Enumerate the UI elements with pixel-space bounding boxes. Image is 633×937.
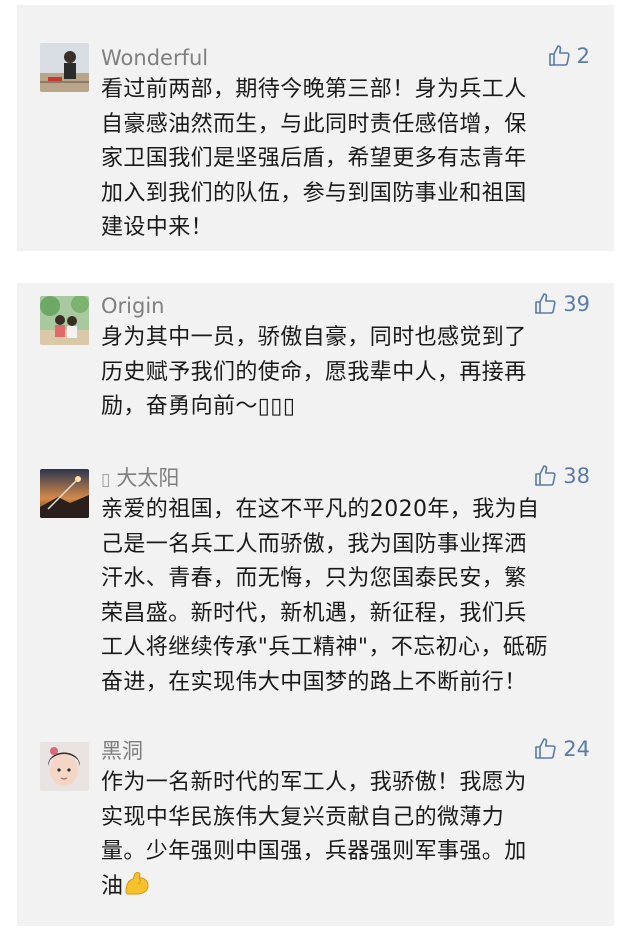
comment-line: 亲爱的祖国，在这不平凡的2020年，我为自: [101, 497, 540, 522]
like-button[interactable]: 38: [533, 462, 590, 490]
comment-author[interactable]: Origin: [101, 293, 164, 319]
comment-author-name: 大太阳: [116, 466, 180, 490]
comment-author[interactable]: Wonderful: [101, 45, 208, 71]
avatar[interactable]: [40, 43, 89, 92]
flexed-biceps-icon: [123, 870, 151, 908]
comment-line: 励，奋勇向前～▯▯▯: [101, 394, 296, 419]
comment-text: 作为一名新时代的军工人，我骄傲！我愿为 实现中华民族伟大复兴贡献自己的微薄力 量…: [101, 766, 591, 907]
avatar[interactable]: [40, 742, 89, 791]
comment-line-text: 油: [101, 873, 124, 899]
like-button[interactable]: 24: [533, 735, 590, 763]
comment-line: 建设中来！: [101, 215, 214, 240]
thumbs-up-icon: [535, 738, 556, 759]
name-prefix-glyph: ▯: [101, 470, 111, 490]
comment-line: 自豪感油然而生，与此同时责任感倍增，保: [101, 111, 527, 137]
avatar[interactable]: [40, 469, 89, 518]
comment-line: 工人将继续传承"兵工精神"，不忘初心，砥砺: [101, 635, 548, 660]
avatar[interactable]: [40, 296, 89, 345]
comment-line: 己是一名兵工人而骄傲，我为国防事业挥洒: [101, 531, 527, 557]
like-button[interactable]: 2: [547, 42, 590, 70]
comment-card: Origin 39 身为其中一员，骄傲自豪，同时也感觉到了 历史赋予我们的使命，…: [17, 283, 614, 926]
like-count: 24: [563, 737, 590, 761]
comment-line: 家卫国我们是坚强后盾，希望更多有志青年: [101, 146, 527, 171]
like-button[interactable]: 39: [533, 290, 590, 318]
comment-line: 作为一名新时代的军工人，我骄傲！我愿为: [101, 770, 527, 795]
comment-line: 身为其中一员，骄傲自豪，同时也感觉到了: [101, 325, 527, 350]
thumbs-up-icon: [535, 293, 556, 314]
comment-text: 亲爱的祖国，在这不平凡的2020年，我为自 己是一名兵工人而骄傲，我为国防事业挥…: [101, 493, 591, 700]
comment-line: 荣昌盛。新时代，新机遇，新征程，我们兵: [101, 600, 527, 626]
thumbs-up-icon: [535, 465, 556, 486]
like-count: 39: [563, 292, 590, 316]
comment-text: 身为其中一员，骄傲自豪，同时也感觉到了 历史赋予我们的使命，愿我辈中人，再接再 …: [101, 321, 591, 425]
comment-line: 历史赋予我们的使命，愿我辈中人，再接再: [101, 359, 527, 385]
comment-line: 奋进，在实现伟大中国梦的路上不断前行！: [101, 669, 527, 695]
like-count: 38: [563, 464, 590, 488]
comment-line: 油: [101, 870, 591, 908]
comment-line: 量。少年强则中国强，兵器强则军事强。加: [101, 839, 527, 864]
comment-line: 实现中华民族伟大复兴贡献自己的微薄力: [101, 804, 505, 830]
comment-text: 看过前两部，期待今晚第三部！身为兵工人 自豪感油然而生，与此同时责任感倍增，保 …: [101, 73, 591, 246]
thumbs-up-icon: [548, 45, 570, 66]
comment-card: Wonderful 2 看过前两部，期待今晚第三部！身为兵工人 自豪感油然而生，…: [17, 5, 614, 251]
comment-author[interactable]: ▯ 大太阳: [101, 465, 179, 493]
comment-line: 加入到我们的队伍，参与到国防事业和祖国: [101, 180, 527, 206]
like-count: 2: [576, 44, 590, 68]
comment-line: 看过前两部，期待今晚第三部！身为兵工人: [101, 77, 527, 102]
comment-author[interactable]: 黑洞: [101, 738, 143, 764]
comment-line: 汗水、青春，而无悔，只为您国泰民安，繁: [101, 566, 527, 591]
